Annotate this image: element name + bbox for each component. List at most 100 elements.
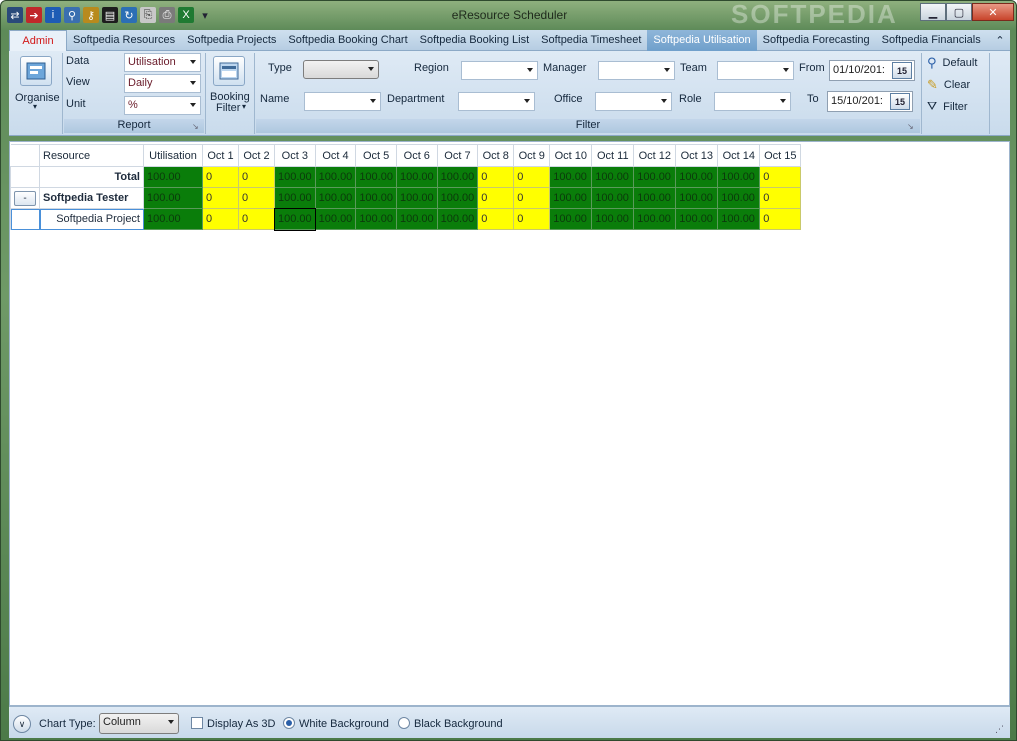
table-row[interactable]: Softpedia Project 100.00 0 0 100.00 100.00 100… — [10, 207, 802, 231]
calendar-icon[interactable]: 15 — [890, 93, 910, 110]
col-date-header[interactable]: Oct 7 — [436, 144, 479, 167]
resource-name-cell[interactable]: Softpedia Project — [39, 208, 144, 230]
maximize-button[interactable]: ▢ — [946, 3, 972, 21]
day-value-cell[interactable]: 100.00 — [591, 166, 635, 188]
day-value-cell[interactable]: 0 — [513, 208, 551, 230]
col-date-header[interactable]: Oct 3 — [274, 144, 316, 167]
day-value-cell[interactable]: 100.00 — [633, 208, 677, 230]
day-value-cell[interactable]: 100.00 — [395, 187, 438, 209]
collapse-button[interactable]: - — [14, 190, 36, 206]
day-value-cell[interactable]: 100.00 — [273, 207, 317, 231]
utilisation-cell[interactable]: 100.00 — [143, 187, 203, 209]
day-value-cell[interactable]: 0 — [238, 187, 275, 209]
day-value-cell[interactable]: 100.00 — [675, 208, 719, 230]
display-3d-checkbox[interactable] — [191, 717, 203, 729]
day-value-cell[interactable]: 100.00 — [436, 208, 479, 230]
day-value-cell[interactable]: 100.00 — [591, 208, 635, 230]
day-value-cell[interactable]: 100.00 — [633, 187, 677, 209]
col-date-header[interactable]: Oct 1 — [202, 144, 239, 167]
col-date-header[interactable]: Oct 11 — [591, 144, 635, 167]
day-value-cell[interactable]: 100.00 — [314, 208, 357, 230]
utilisation-cell[interactable]: 100.00 — [143, 208, 203, 230]
day-value-cell[interactable]: 0 — [513, 166, 551, 188]
role-select[interactable] — [714, 92, 791, 111]
view-select[interactable]: Daily — [124, 74, 201, 93]
col-date-header[interactable]: Oct 12 — [633, 144, 677, 167]
department-select[interactable] — [458, 92, 535, 111]
col-date-header[interactable]: Oct 4 — [314, 144, 357, 167]
clear-button[interactable]: ✎ Clear — [927, 77, 970, 93]
filter-launcher-icon[interactable]: ↘ — [907, 122, 914, 131]
close-button[interactable]: ✕ — [972, 3, 1014, 21]
type-select[interactable] — [303, 60, 379, 79]
name-select[interactable] — [304, 92, 381, 111]
day-value-cell[interactable]: 0 — [238, 166, 275, 188]
col-resource-header[interactable]: Resource — [39, 144, 144, 167]
col-date-header[interactable]: Oct 10 — [549, 144, 593, 167]
day-value-cell[interactable]: 100.00 — [355, 208, 397, 230]
day-value-cell[interactable]: 100.00 — [717, 208, 761, 230]
day-value-cell[interactable]: 0 — [477, 166, 515, 188]
resource-name-cell[interactable]: Total — [39, 166, 144, 188]
day-value-cell[interactable]: 0 — [759, 187, 802, 209]
utilisation-cell[interactable]: 100.00 — [143, 166, 203, 188]
tab-forecasting[interactable]: Softpedia Forecasting — [757, 30, 876, 51]
filter-button[interactable]: ⛛ Filter — [927, 99, 968, 114]
collapse-ribbon-icon[interactable]: ⌃ — [990, 30, 1010, 51]
resize-grip-icon[interactable]: ⋰ — [995, 724, 1004, 735]
day-value-cell[interactable]: 100.00 — [395, 166, 438, 188]
day-value-cell[interactable]: 100.00 — [395, 208, 438, 230]
table-row[interactable]: Total 100.00 0 0 100.00 100.00 100.00 100.00 100… — [10, 166, 802, 188]
day-value-cell[interactable]: 0 — [477, 208, 515, 230]
black-background-radio[interactable] — [398, 717, 410, 729]
tab-projects[interactable]: Softpedia Projects — [181, 30, 282, 51]
tab-booking-list[interactable]: Softpedia Booking List — [414, 30, 535, 51]
report-launcher-icon[interactable]: ↘ — [192, 122, 199, 131]
day-value-cell[interactable]: 100.00 — [717, 187, 761, 209]
col-date-header[interactable]: Oct 15 — [759, 144, 802, 167]
region-select[interactable] — [461, 61, 538, 80]
col-date-header[interactable]: Oct 14 — [717, 144, 761, 167]
day-value-cell[interactable]: 0 — [513, 187, 551, 209]
day-value-cell[interactable]: 100.00 — [549, 208, 593, 230]
from-date-field[interactable]: 01/10/201: 15 — [829, 60, 915, 81]
tab-resources[interactable]: Softpedia Resources — [67, 30, 181, 51]
col-date-header[interactable]: Oct 5 — [355, 144, 397, 167]
tab-utilisation[interactable]: Softpedia Utilisation — [647, 30, 757, 51]
to-date-field[interactable]: 15/10/201: 15 — [827, 91, 913, 112]
unit-select[interactable]: % — [124, 96, 201, 115]
day-value-cell[interactable]: 100.00 — [314, 187, 357, 209]
day-value-cell[interactable]: 100.00 — [274, 166, 316, 188]
data-select[interactable]: Utilisation — [124, 53, 201, 72]
organise-icon[interactable] — [20, 56, 52, 86]
col-date-header[interactable]: Oct 6 — [395, 144, 438, 167]
chart-type-select[interactable]: Column — [99, 713, 179, 734]
day-value-cell[interactable]: 100.00 — [355, 166, 397, 188]
day-value-cell[interactable]: 0 — [238, 208, 275, 230]
tab-timesheet[interactable]: Softpedia Timesheet — [535, 30, 647, 51]
day-value-cell[interactable]: 0 — [759, 208, 802, 230]
day-value-cell[interactable]: 100.00 — [274, 187, 316, 209]
day-value-cell[interactable]: 100.00 — [436, 187, 479, 209]
col-date-header[interactable]: Oct 9 — [513, 144, 551, 167]
day-value-cell[interactable]: 0 — [202, 166, 239, 188]
day-value-cell[interactable]: 100.00 — [314, 166, 357, 188]
expand-chart-icon[interactable]: ∨ — [13, 715, 31, 733]
day-value-cell[interactable]: 0 — [202, 187, 239, 209]
calendar-icon[interactable]: 15 — [892, 62, 912, 79]
day-value-cell[interactable]: 100.00 — [591, 187, 635, 209]
day-value-cell[interactable]: 100.00 — [633, 166, 677, 188]
day-value-cell[interactable]: 100.00 — [675, 166, 719, 188]
tab-financials[interactable]: Softpedia Financials — [876, 30, 987, 51]
office-select[interactable] — [595, 92, 672, 111]
day-value-cell[interactable]: 100.00 — [436, 166, 479, 188]
col-utilisation-header[interactable]: Utilisation — [143, 144, 203, 167]
day-value-cell[interactable]: 100.00 — [549, 166, 593, 188]
day-value-cell[interactable]: 0 — [202, 208, 239, 230]
tab-admin[interactable]: Admin — [9, 30, 67, 51]
tab-booking-chart[interactable]: Softpedia Booking Chart — [282, 30, 413, 51]
organise-dropdown-icon[interactable]: ▾ — [33, 102, 37, 111]
day-value-cell[interactable]: 100.00 — [549, 187, 593, 209]
booking-filter-dropdown-icon[interactable]: ▾ — [242, 102, 246, 111]
day-value-cell[interactable]: 100.00 — [675, 187, 719, 209]
